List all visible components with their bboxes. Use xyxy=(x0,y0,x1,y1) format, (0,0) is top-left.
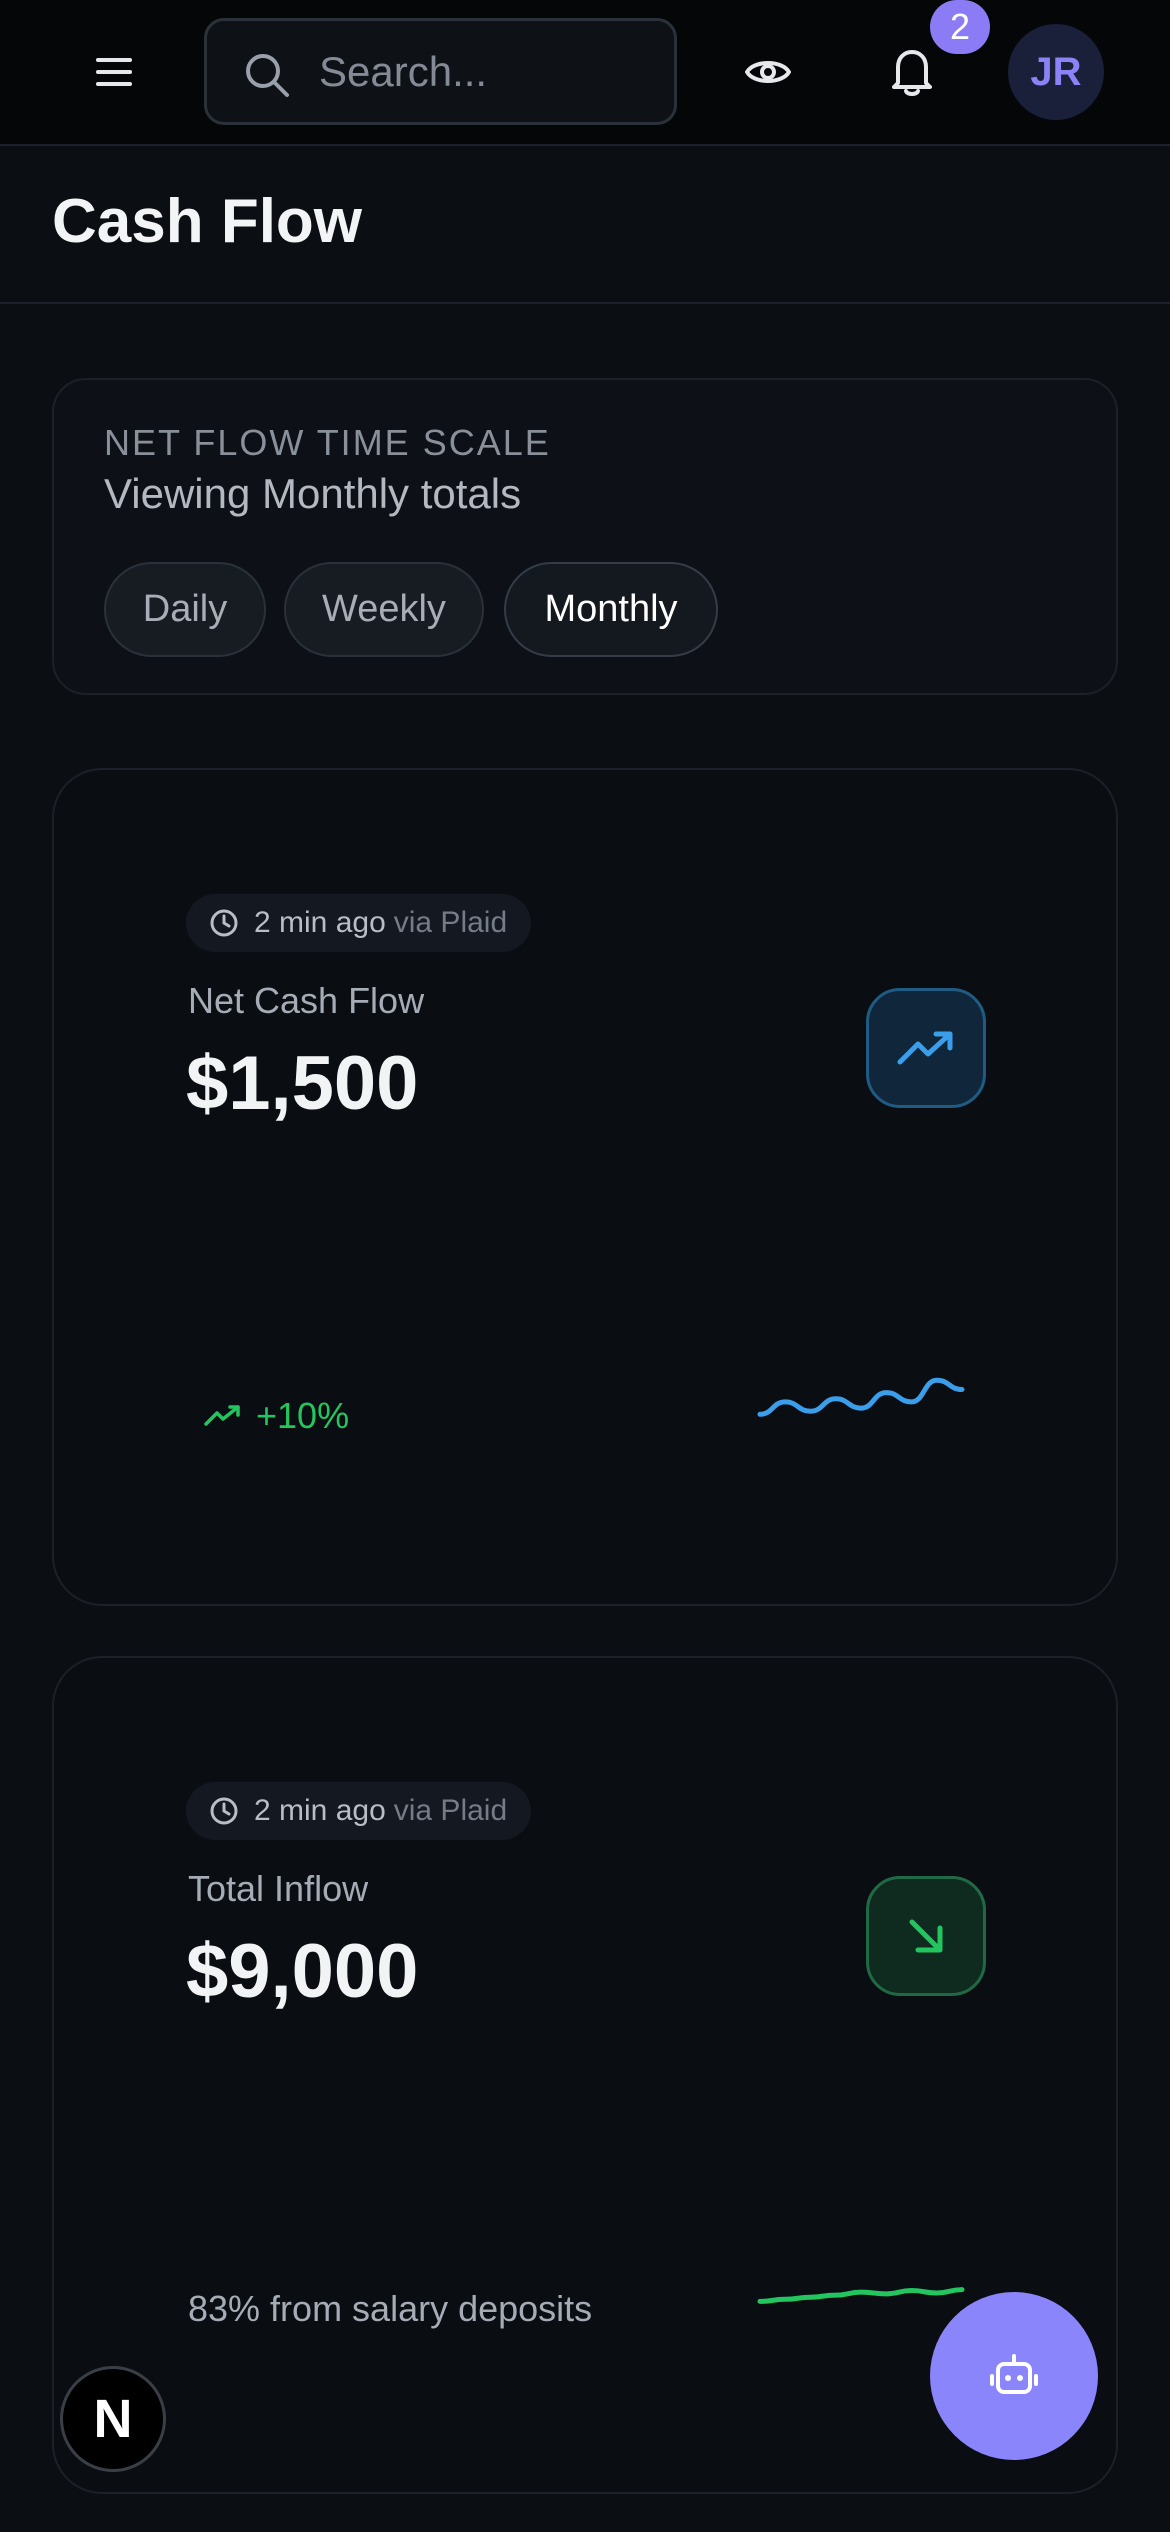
avatar[interactable]: JR xyxy=(1008,24,1104,120)
search-icon xyxy=(246,54,289,97)
search-input[interactable]: Search... xyxy=(204,18,677,125)
metric-value: $9,000 xyxy=(186,1929,419,2014)
bell-icon xyxy=(892,50,932,96)
page-title: Cash Flow xyxy=(52,187,363,256)
updated-time: 2 min ago xyxy=(254,906,386,939)
eye-icon xyxy=(745,61,791,83)
assistant-button[interactable] xyxy=(930,2292,1098,2460)
hamburger-icon xyxy=(96,58,132,86)
trending-up-icon xyxy=(204,1405,240,1426)
metric-value: $1,500 xyxy=(186,1041,419,1126)
last-updated-chip: 2 min ago via Plaid xyxy=(186,1782,532,1840)
page-header: Cash Flow xyxy=(0,146,1170,304)
sparkline-path xyxy=(757,1377,965,1417)
metric-label: Total Inflow xyxy=(188,1868,369,1909)
clock-icon xyxy=(210,909,238,937)
last-updated-chip: 2 min ago via Plaid xyxy=(186,894,532,952)
net-cash-flow-card[interactable]: 2 min ago via Plaid Net Cash Flow $1,500… xyxy=(52,768,1118,1606)
scale-option-weekly[interactable]: Weekly xyxy=(284,562,484,657)
metric-label: Net Cash Flow xyxy=(188,980,425,1021)
trend-indicator: +10% xyxy=(204,1395,349,1437)
visibility-toggle-button[interactable] xyxy=(730,38,806,106)
top-bar: Search... 2 JR xyxy=(0,0,1170,146)
time-scale-card: NET FLOW TIME SCALE Viewing Monthly tota… xyxy=(52,378,1118,695)
metric-icon-badge xyxy=(866,988,986,1108)
data-source: via Plaid xyxy=(393,1794,508,1827)
clock-icon xyxy=(210,1797,238,1825)
search-placeholder: Search... xyxy=(319,47,488,95)
scale-option-monthly[interactable]: Monthly xyxy=(504,562,718,657)
updated-time: 2 min ago xyxy=(254,1794,386,1827)
time-scale-label: NET FLOW TIME SCALE xyxy=(104,422,551,463)
n-logo-button[interactable]: N xyxy=(60,2366,166,2472)
metric-icon-badge xyxy=(866,1876,986,1996)
scale-option-daily[interactable]: Daily xyxy=(104,562,266,657)
menu-button[interactable] xyxy=(80,38,148,106)
arrow-down-right-icon xyxy=(909,1919,943,1953)
sparkline-chart xyxy=(757,2287,965,2304)
robot-icon xyxy=(990,2354,1038,2394)
trend-value: +10% xyxy=(256,1395,350,1436)
time-scale-subtitle: Viewing Monthly totals xyxy=(104,470,522,517)
data-source: via Plaid xyxy=(393,906,508,939)
sparkline-path xyxy=(757,2287,965,2304)
notification-badge: 2 xyxy=(930,0,990,54)
trending-up-icon xyxy=(897,1031,953,1065)
inflow-note: 83% from salary deposits xyxy=(188,2288,593,2329)
sparkline-chart xyxy=(757,1377,965,1417)
